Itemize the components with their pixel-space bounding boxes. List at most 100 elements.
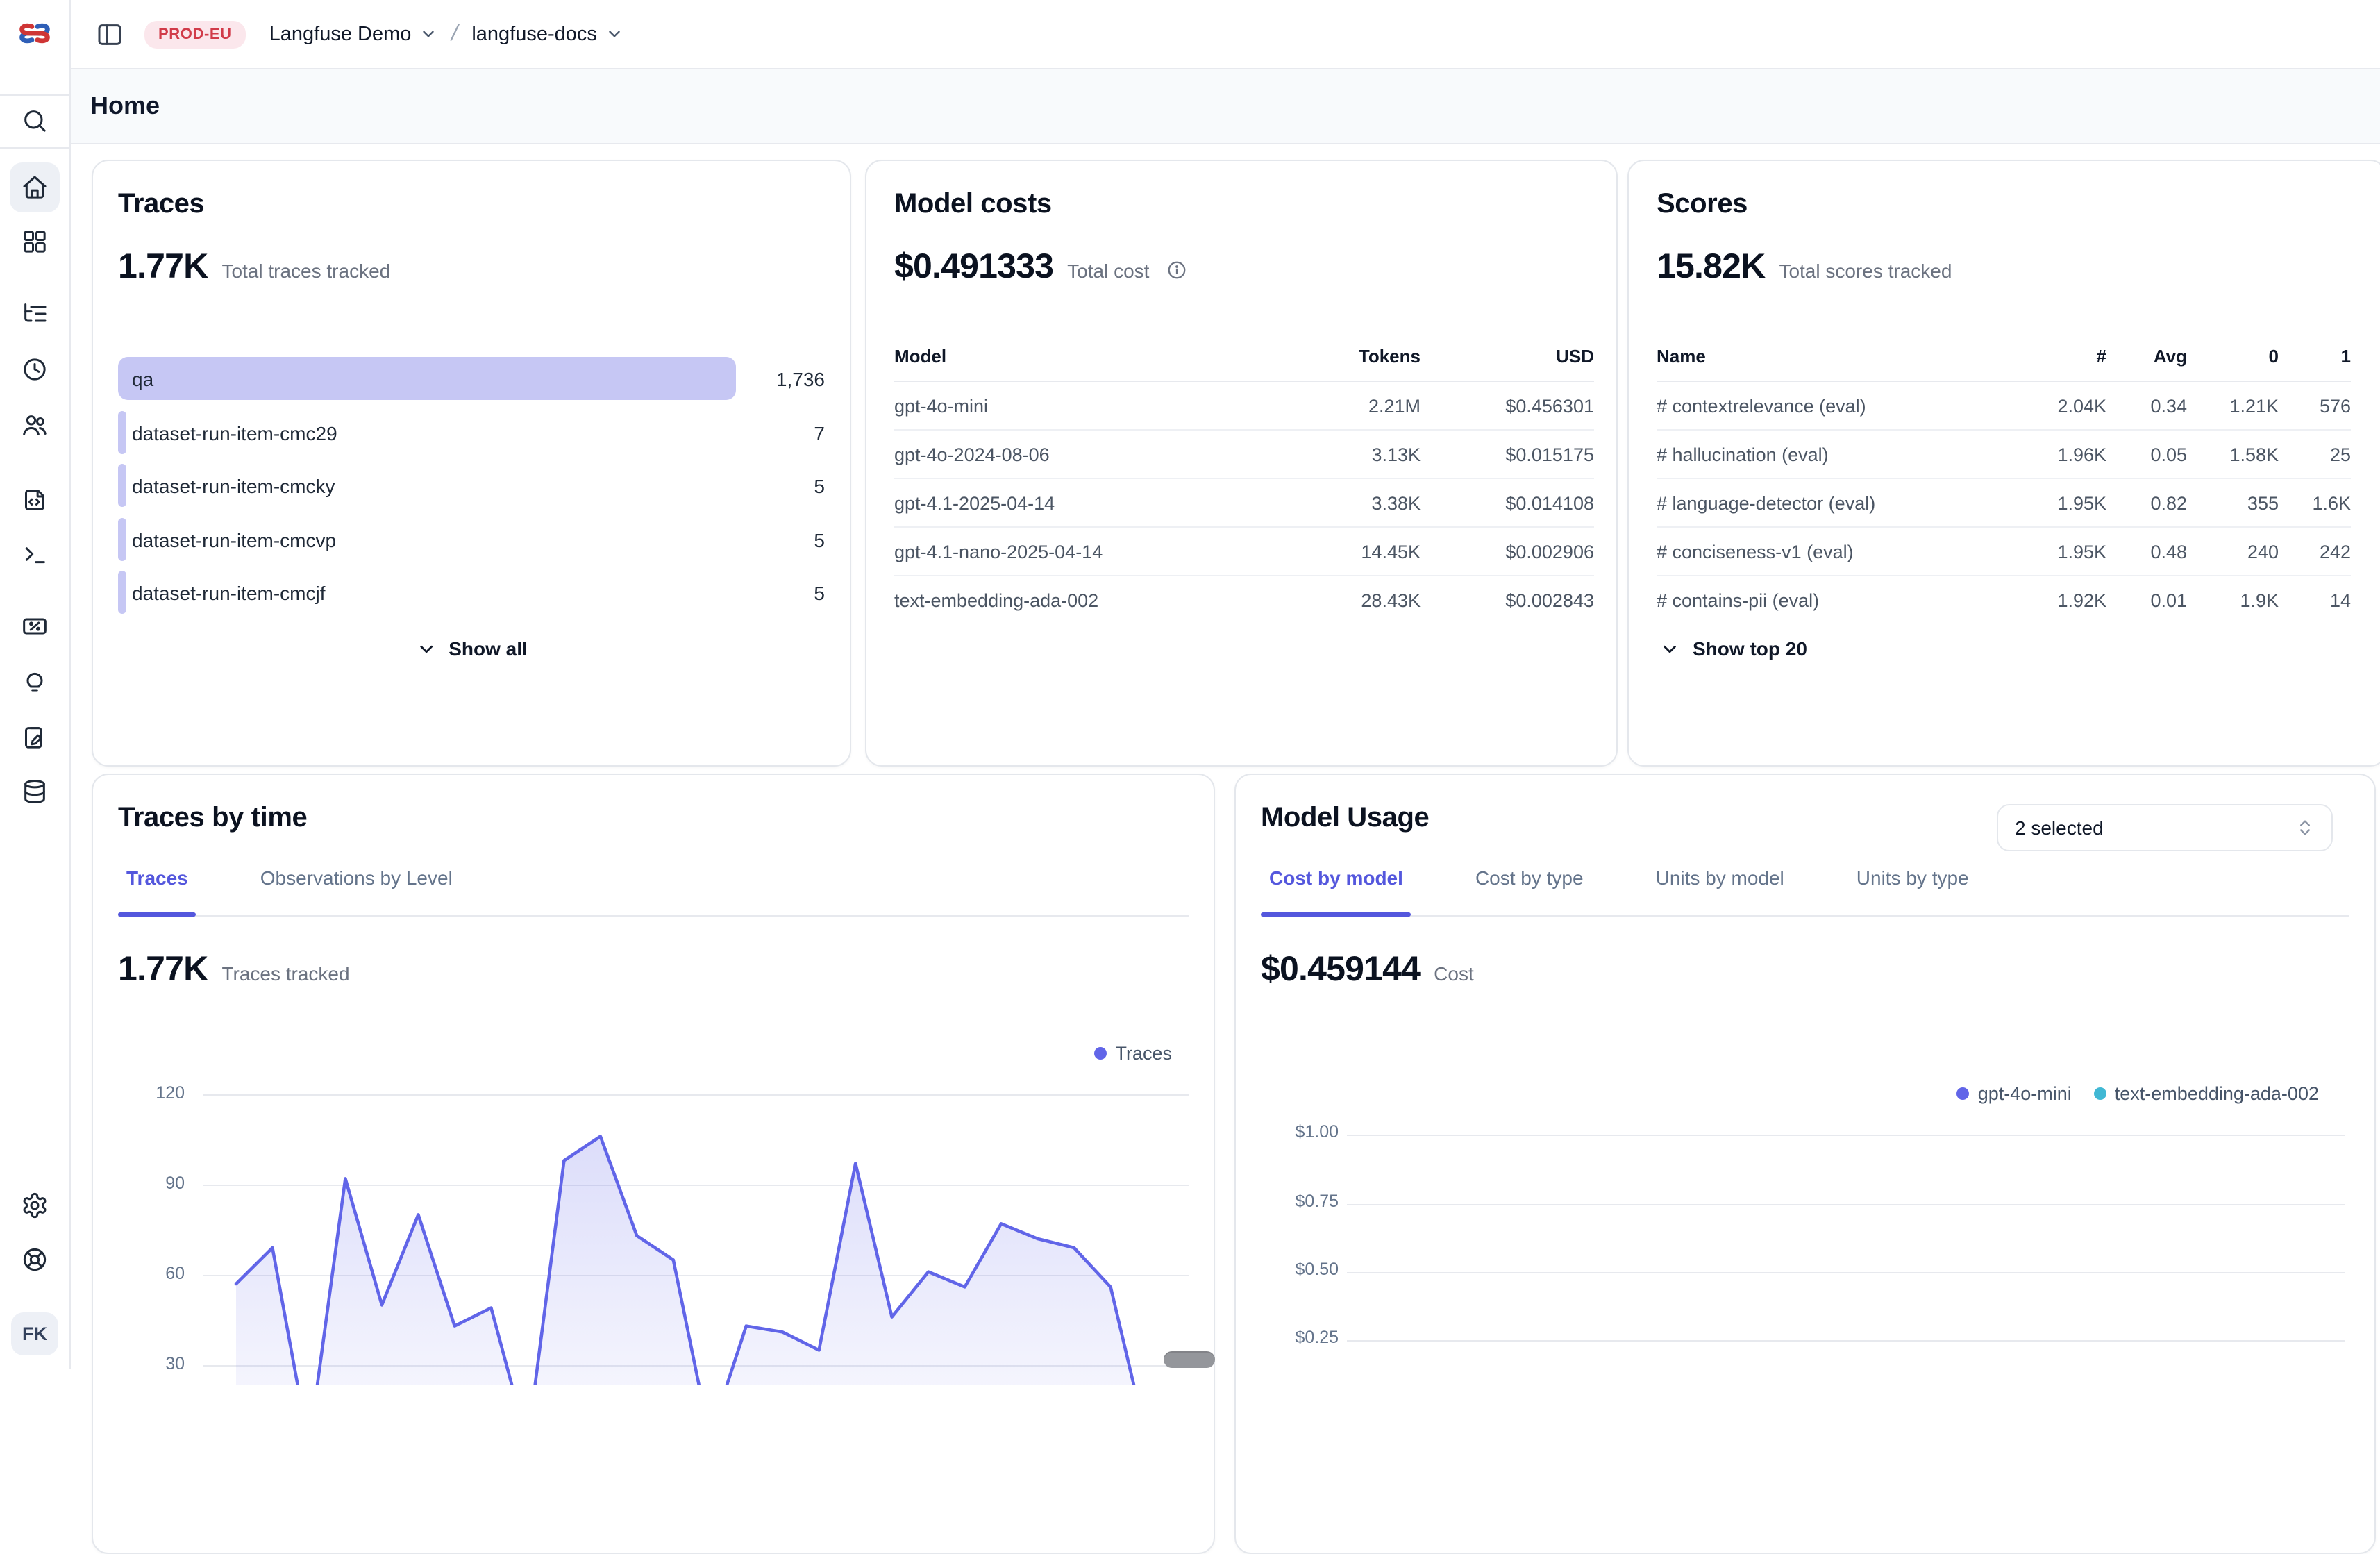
tab-observations-by-level[interactable]: Observations by Level [252,867,461,915]
clipboard-pen-icon [21,724,49,751]
bar-value: 5 [736,528,825,551]
usage-cost-total: $0.459144 [1261,950,1420,990]
col-tokens: Tokens [1268,345,1421,366]
traces-card: Traces 1.77K Total traces tracked qa 1,7… [92,160,851,767]
tab-cost-by-type[interactable]: Cost by type [1467,867,1592,915]
scores-card: Scores 15.82K Total scores tracked Name … [1627,160,2380,767]
bar-label: dataset-run-item-cmc29 [132,421,337,444]
horizontal-scrollbar-thumb[interactable] [1164,1351,1215,1368]
card-title: Model Usage [1261,803,1429,835]
model-usage-chart: $1.00 $0.75 $0.50 $0.25 [1261,1103,2349,1380]
sidebar-item-playground[interactable] [10,529,60,579]
legend-item-text-embedding-ada-002[interactable]: text-embedding-ada-002 [2094,1083,2319,1104]
sidebar-item-support[interactable] [10,1235,60,1285]
bar-value: 7 [736,421,825,444]
gridline [1347,1272,2345,1273]
col-avg: Avg [2106,345,2187,366]
legend-item-gpt-4o-mini[interactable]: gpt-4o-mini [1957,1083,2072,1104]
sidebar-toggle-button[interactable] [90,15,129,53]
area-chart-svg[interactable] [118,1071,1189,1385]
sidebar-item-search[interactable] [10,96,60,146]
sidebar-item-home[interactable] [10,162,60,212]
sidebar-item-tracing[interactable] [10,289,60,339]
traces-by-time-chart: 120 90 60 30 [118,1071,1189,1385]
table-row[interactable]: text-embedding-ada-002 28.43K $0.002843 [894,576,1594,624]
sidebar-item-users[interactable] [10,400,60,450]
traces-total-label: Total traces tracked [221,260,390,282]
sidebar-item-datasets[interactable] [10,767,60,817]
table-row[interactable]: # contextrelevance (eval) 2.04K 0.34 1.2… [1657,382,2351,431]
scores-total-label: Total scores tracked [1779,260,1952,282]
langfuse-logo[interactable] [18,18,51,49]
trace-bar-row[interactable]: dataset-run-item-cmcvp 5 [118,518,825,561]
users-icon [21,411,49,439]
trace-bar-row[interactable]: dataset-run-item-cmcjf 5 [118,571,825,614]
user-avatar[interactable]: FK [11,1312,58,1355]
bar [118,518,126,561]
gridline [1347,1340,2345,1342]
y-tick: $1.00 [1261,1122,1339,1142]
info-icon[interactable] [1166,260,1187,281]
table-row[interactable]: # language-detector (eval) 1.95K 0.82 35… [1657,479,2351,528]
tab-units-by-type[interactable]: Units by type [1848,867,1977,915]
model-select-value: 2 selected [2015,817,2104,839]
project-switcher[interactable]: langfuse-docs [471,23,623,45]
legend-dot [2094,1087,2106,1100]
table-row[interactable]: gpt-4.1-2025-04-14 3.38K $0.014108 [894,479,1594,528]
tab-units-by-model[interactable]: Units by model [1648,867,1793,915]
sidebar-item-dashboards[interactable] [10,217,60,267]
sidebar-item-prompts[interactable] [10,475,60,525]
table-row[interactable]: gpt-4.1-nano-2025-04-14 14.45K $0.002906 [894,528,1594,576]
table-header-row: Model Tokens USD [894,331,1594,382]
sidebar-item-settings[interactable] [10,1180,60,1230]
sidebar-item-evaluation[interactable] [10,601,60,651]
traces-tracked-total: 1.77K [118,950,208,990]
org-switcher[interactable]: Langfuse Demo [269,23,438,45]
environment-badge: PROD-EU [144,20,246,48]
sidebar-item-insights[interactable] [10,658,60,708]
trace-bar-row[interactable]: dataset-run-item-cmc29 7 [118,411,825,454]
scores-table: Name # Avg 0 1 # contextrelevance (eval)… [1657,331,2351,624]
chevron-down-icon [419,25,437,43]
sidebar-item-sessions[interactable] [10,344,60,394]
legend-dot [1094,1047,1107,1060]
bar-label: dataset-run-item-cmcjf [132,581,326,603]
sidebar-divider [0,147,69,149]
legend-dot [1957,1087,1970,1100]
model-select[interactable]: 2 selected [1997,804,2333,851]
list-tree-icon [21,300,49,328]
home-icon [21,174,49,201]
trace-bar-row[interactable]: qa 1,736 [118,357,825,400]
table-row[interactable]: # hallucination (eval) 1.96K 0.05 1.58K … [1657,431,2351,479]
tab-cost-by-model[interactable]: Cost by model [1261,867,1411,915]
col-model: Model [894,345,1268,366]
col-count: # [2006,345,2106,366]
bar-label: dataset-run-item-cmcky [132,474,335,496]
breadcrumb-separator: / [449,22,461,47]
show-all-button[interactable]: Show all [415,637,528,660]
table-row[interactable]: # conciseness-v1 (eval) 1.95K 0.48 240 2… [1657,528,2351,576]
chevron-down-icon [415,638,436,659]
table-row[interactable]: gpt-4o-mini 2.21M $0.456301 [894,382,1594,431]
bar [118,464,126,507]
table-row[interactable]: # contains-pii (eval) 1.92K 0.01 1.9K 14 [1657,576,2351,624]
table-row[interactable]: gpt-4o-2024-08-06 3.13K $0.015175 [894,431,1594,479]
lightbulb-icon [21,669,49,697]
scores-total: 15.82K [1657,247,1765,287]
model-costs-total-label: Total cost [1067,260,1149,282]
chevron-down-icon [605,25,623,43]
model-costs-card: Model costs $0.491333 Total cost Model T… [865,160,1618,767]
show-top-20-label: Show top 20 [1693,637,1807,660]
legend-item-traces[interactable]: Traces [1094,1043,1172,1064]
tab-traces[interactable]: Traces [118,867,196,915]
model-usage-card: Model Usage 2 selected Cost by model Cos… [1234,774,2376,1554]
page-header: Home [69,68,2380,144]
trace-bar-row[interactable]: dataset-run-item-cmcky 5 [118,464,825,507]
show-top-20-button[interactable]: Show top 20 [1659,637,1807,660]
sidebar-item-annotation[interactable] [10,712,60,762]
bar-value: 1,736 [736,367,825,390]
bar-label: dataset-run-item-cmcvp [132,528,336,551]
panel-left-icon [96,20,124,48]
card-title: Model costs [894,189,1052,221]
chart-legend: Traces [1094,1043,1172,1064]
